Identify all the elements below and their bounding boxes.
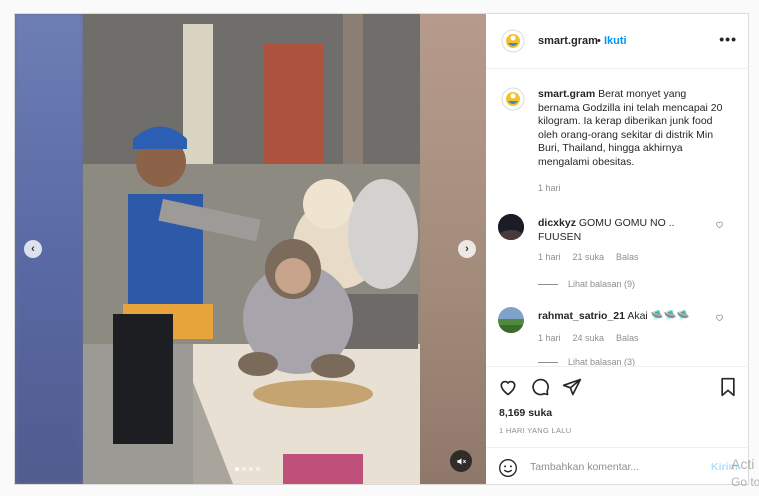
- commenter-photo: [498, 307, 524, 333]
- monkey-photo-illustration: [83, 14, 420, 484]
- carousel-dot: [235, 467, 239, 471]
- caption-username[interactable]: smart.gram: [538, 88, 595, 100]
- heart-icon: [716, 221, 723, 229]
- carousel-dot: [242, 467, 246, 471]
- comment-username[interactable]: rahmat_satrio_21: [538, 310, 625, 322]
- replies-divider: [538, 283, 558, 285]
- comment-time: 1 hari: [538, 252, 561, 262]
- instagram-post: ‹ › smart.gram • Ikuti ••• smart.gram Be…: [14, 13, 749, 485]
- header-separator: •: [597, 35, 601, 47]
- view-replies-button[interactable]: Lihat balasan (9): [538, 279, 635, 289]
- carousel-indicator: [235, 467, 260, 471]
- replies-divider: [538, 361, 558, 363]
- avatar[interactable]: [498, 214, 524, 240]
- save-button[interactable]: [719, 377, 737, 402]
- comment-meta: 1 hari 21 suka Balas: [538, 252, 639, 262]
- os-activation-watermark: Acti Go to: [731, 455, 759, 491]
- comment-like-button[interactable]: [715, 220, 724, 232]
- brand-logo-icon: [501, 87, 525, 111]
- bookmark-icon: [721, 377, 735, 397]
- view-replies-label: Lihat balasan (9): [568, 279, 636, 289]
- avatar[interactable]: [500, 28, 526, 54]
- comment-likes[interactable]: 21 suka: [573, 252, 605, 262]
- post-date: 1 HARI YANG LALU: [499, 426, 572, 435]
- next-slide-button[interactable]: ›: [458, 240, 476, 258]
- comment-input[interactable]: Tambahkan komentar...: [530, 461, 639, 473]
- brand-logo-icon: [501, 29, 525, 53]
- caption-timestamp: 1 hari: [538, 183, 561, 193]
- avatar[interactable]: [498, 307, 524, 333]
- heart-icon[interactable]: [498, 377, 518, 397]
- comment-icon[interactable]: [530, 377, 550, 397]
- view-replies-button[interactable]: Lihat balasan (3): [538, 358, 635, 366]
- mute-button[interactable]: [450, 450, 472, 472]
- add-comment-bar: Tambahkan komentar... Kirim: [486, 447, 749, 485]
- carousel-dot: [256, 467, 260, 471]
- post-sidebar: smart.gram • Ikuti ••• smart.gram Berat …: [486, 14, 749, 484]
- action-bar: [498, 377, 582, 397]
- watermark-line-2: Go to: [731, 475, 759, 489]
- chevron-right-icon: ›: [465, 243, 469, 255]
- view-replies-label: Lihat balasan (3): [568, 358, 636, 366]
- previous-slide-button[interactable]: ‹: [24, 240, 42, 258]
- paper-plane-icon[interactable]: [562, 377, 582, 397]
- watermark-line-1: Acti: [731, 456, 755, 472]
- post-photo: [83, 14, 420, 484]
- comment-username[interactable]: dicxkyz: [538, 217, 576, 229]
- comment-time: 1 hari: [538, 333, 561, 343]
- post-caption: smart.gram Berat monyet yang bernama God…: [538, 88, 728, 169]
- comment-likes[interactable]: 24 suka: [573, 333, 605, 343]
- speaker-muted-icon: [456, 457, 466, 465]
- chevron-left-icon: ‹: [31, 243, 35, 255]
- post-actions: 8,169 suka 1 HARI YANG LALU Tambahkan ko…: [486, 366, 749, 484]
- heart-icon: [716, 314, 723, 322]
- page: ‹ › smart.gram • Ikuti ••• smart.gram Be…: [0, 0, 759, 496]
- comment-body: rahmat_satrio_21 Akai 🛸🛸🛸: [538, 309, 708, 323]
- media-blur-right: [420, 14, 486, 484]
- likes-count[interactable]: 8,169 suka: [499, 407, 552, 419]
- post-header: smart.gram • Ikuti •••: [486, 14, 749, 69]
- reply-button[interactable]: Balas: [616, 252, 639, 262]
- follow-button[interactable]: Ikuti: [604, 35, 627, 47]
- more-options-icon[interactable]: •••: [719, 31, 737, 47]
- comment-body: dicxkyz GOMU GOMU NO .. FUUSEN: [538, 216, 708, 244]
- comment-meta: 1 hari 24 suka Balas: [538, 333, 639, 343]
- post-media[interactable]: ‹ ›: [15, 14, 486, 484]
- reply-button[interactable]: Balas: [616, 333, 639, 343]
- header-username[interactable]: smart.gram: [538, 35, 598, 47]
- caption-avatar[interactable]: [500, 86, 526, 112]
- comment-like-button[interactable]: [715, 313, 724, 325]
- carousel-dot: [249, 467, 253, 471]
- commenter-photo: [498, 214, 524, 240]
- smile-icon[interactable]: [498, 458, 518, 478]
- comment-text: Akai 🛸🛸🛸: [627, 310, 690, 322]
